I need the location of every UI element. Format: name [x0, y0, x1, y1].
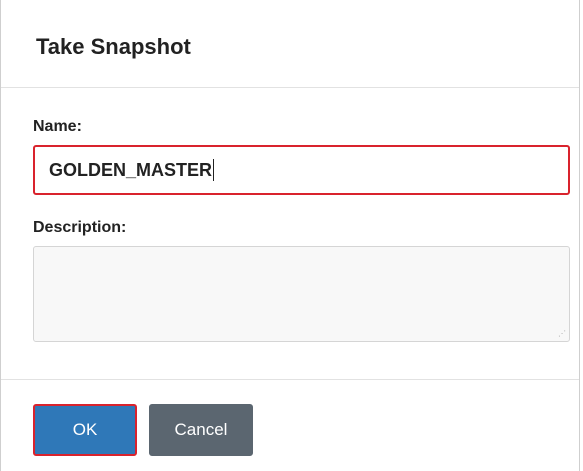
description-label: Description:	[33, 219, 127, 236]
resize-grip-icon[interactable]: ⋰	[558, 330, 566, 338]
name-label: Name:	[33, 118, 82, 135]
description-textarea[interactable]: ⋰	[33, 246, 570, 342]
cancel-button[interactable]: Cancel	[149, 404, 253, 456]
text-caret	[213, 158, 215, 181]
dialog-header: Take Snapshot	[1, 0, 579, 88]
take-snapshot-dialog: Take Snapshot Name: GOLDEN_MASTER Descri…	[0, 0, 580, 471]
dialog-title: Take Snapshot	[36, 34, 191, 59]
ok-button[interactable]: OK	[33, 404, 137, 456]
name-input-value: GOLDEN_MASTER	[49, 160, 213, 180]
dialog-body: Name: GOLDEN_MASTER Description: ⋰	[1, 88, 579, 380]
dialog-footer: OK Cancel	[1, 380, 579, 456]
name-input[interactable]: GOLDEN_MASTER	[33, 145, 570, 195]
